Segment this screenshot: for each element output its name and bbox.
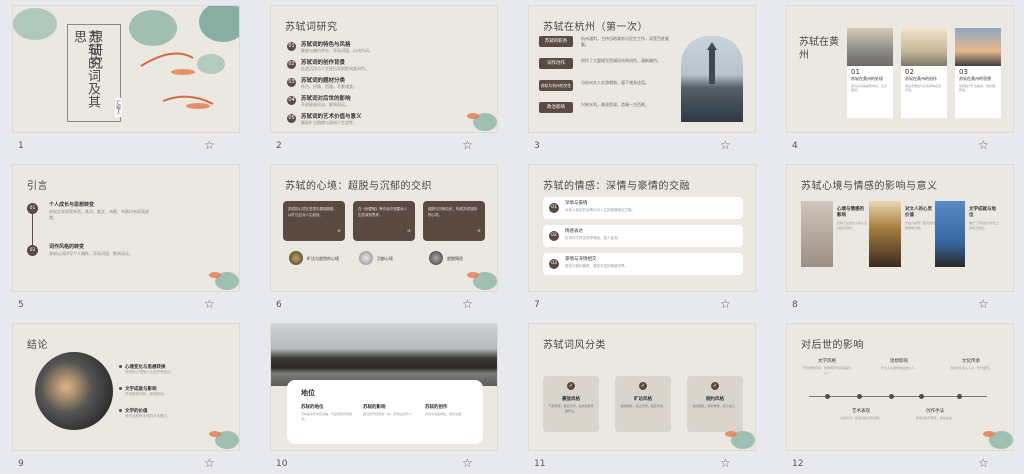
- quote-box: 在《赤壁赋》等作品中流露对人生的深刻思考。 ": [353, 201, 415, 241]
- lotus-decoration: [467, 272, 497, 290]
- quote-box: 超脱与沉郁交织，构成苏轼独特的心境。 ": [423, 201, 485, 241]
- star-icon[interactable]: ☆: [978, 456, 989, 470]
- slide-6[interactable]: 苏轼的心境：超脱与沉郁的交织 苏轼的心境在逆境中展现超脱，以旷达应对人生起伏。 "…: [270, 164, 498, 292]
- lotus-decoration: [209, 431, 239, 449]
- star-icon[interactable]: ☆: [462, 297, 473, 311]
- style-card: ✓ 豪放风格 气势磅礴，意境开阔，如念奴娇赤壁怀古。: [543, 376, 599, 432]
- star-icon[interactable]: ☆: [720, 138, 731, 152]
- card-title: 地位: [301, 389, 315, 397]
- label-pill: 苏轼的职务: [539, 36, 573, 47]
- slide-number: 6: [276, 300, 282, 310]
- slide-title: 苏轼的情感：深情与豪情的交融: [543, 181, 690, 192]
- slide-number: 4: [792, 141, 798, 151]
- lotus-leaf-decoration: [13, 6, 239, 109]
- slide-2[interactable]: 苏轼词研究 01 苏轼词的特色与风格 豪放与婉约并存，开拓词境，以诗为词。 02…: [270, 5, 498, 133]
- star-icon[interactable]: ☆: [978, 297, 989, 311]
- list-item: 03 苏轼词的题材分类 怀古、抒情、哲理、写景诸类。: [287, 78, 357, 89]
- list-item: 02 苏轼词的创作背景 仕途沉浮与人生经历深刻影响其词作。: [287, 60, 369, 71]
- slide-title: 苏轼词研究: [285, 22, 338, 33]
- avatar: [429, 251, 443, 265]
- check-icon: ✓: [567, 382, 575, 390]
- slide-title: 对后世的影响: [801, 340, 864, 351]
- slide-title: 苏轼在杭州（第一次）: [543, 22, 648, 33]
- star-icon[interactable]: ☆: [204, 138, 215, 152]
- quote-box: 苏轼的心境在逆境中展现超脱，以旷达应对人生起伏。 ": [283, 201, 345, 241]
- star-icon[interactable]: ☆: [978, 138, 989, 152]
- slide-title: 苏轼的心境：超脱与沉郁的交织: [285, 181, 432, 192]
- lotus-decoration: [983, 431, 1013, 449]
- slide-number: 9: [18, 459, 24, 469]
- slide-5[interactable]: 引言 01 个人成长与思想转变 苏轼文学成就卓然，其词、散文、诗歌、书画均有很高…: [12, 164, 240, 292]
- slide-4[interactable]: 苏轼在黄州 01 苏轼在黄州的处境 因乌台诗案被贬黄州，生活困顿。 02 苏轼在…: [786, 5, 1014, 133]
- slide-number: 3: [534, 141, 540, 151]
- moon-image: [35, 352, 113, 430]
- lotus-decoration: [467, 113, 497, 131]
- star-icon[interactable]: ☆: [720, 456, 731, 470]
- slide-7[interactable]: 苏轼的情感：深情与豪情的交融 01 深情与豪情 对亲人朋友的深情与对人生的豪情相…: [528, 164, 756, 292]
- info-card: 03 苏轼在黄州的思想 思想趋于旷达超然，融合儒释道。: [955, 28, 1001, 118]
- slide-8[interactable]: 苏轼心境与情感的影响与意义 心境与情感的影响 影响了后世文人的人生态度与创作。 …: [786, 164, 1014, 292]
- list-item: 04 苏轼词对后世的影响 开创豪放词派，影响深远。: [287, 96, 351, 107]
- statue-image: [935, 201, 965, 267]
- avatar: [289, 251, 303, 265]
- star-icon[interactable]: ☆: [204, 456, 215, 470]
- slide-sorter-grid: 苏轼的词及其思 想研究 汇报人 1 ☆ 苏轼词研究 01 苏轼词的特色与风格 豪…: [0, 0, 1024, 474]
- content-card: 地位 苏轼的地位 苏轼是北宋文坛领袖，与欧阳修并称欧苏。 苏轼的影响 其词风开创…: [287, 380, 483, 444]
- slide-number: 7: [534, 300, 540, 310]
- star-icon[interactable]: ☆: [462, 138, 473, 152]
- label-pill: 政治影响: [539, 102, 573, 113]
- lotus-decoration: [209, 272, 239, 290]
- slide-11[interactable]: 苏轼词风分类 ✓ 豪放风格 气势磅礴，意境开阔，如念奴娇赤壁怀古。 ✓ 旷达风格…: [528, 323, 756, 451]
- presenter-tag: 汇报人: [115, 98, 122, 117]
- list-item: 01 苏轼词的特色与风格 豪放与婉约并存，开拓词境，以诗为词。: [287, 42, 373, 53]
- slide-title-line2: 想研究: [87, 30, 102, 69]
- slide-title: 苏轼词风分类: [543, 340, 606, 351]
- star-icon[interactable]: ☆: [204, 297, 215, 311]
- slide-title: 苏轼心境与情感的影响与意义: [801, 181, 938, 192]
- check-icon: ✓: [639, 382, 647, 390]
- slide-title: 结论: [27, 340, 48, 351]
- slide-number: 2: [276, 141, 282, 151]
- slide-12[interactable]: 对后世的影响 文学风格 开创豪放词风，影响南宋辛弃疾等词人。 思想影响 旷达人生…: [786, 323, 1014, 451]
- star-icon[interactable]: ☆: [720, 297, 731, 311]
- list-item: 01 深情与豪情 对亲人朋友的深情与对人生的豪情相互交融。: [543, 197, 743, 219]
- slide-10[interactable]: 地位 苏轼的地位 苏轼是北宋文坛领袖，与欧阳修并称欧苏。 苏轼的影响 其词风开创…: [270, 323, 498, 451]
- slide-number: 11: [534, 459, 546, 469]
- landscape-image: [801, 201, 833, 267]
- lake-photo: [271, 324, 497, 386]
- slide-title: 引言: [27, 181, 48, 192]
- slide-1[interactable]: 苏轼的词及其思 想研究 汇报人: [12, 5, 240, 133]
- slide-3[interactable]: 苏轼在杭州（第一次） 苏轼的职务 杭州通判，主持当地政务与民生工作，深受百姓爱戴…: [528, 5, 756, 133]
- star-icon[interactable]: ☆: [462, 456, 473, 470]
- label-pill: 词作创作: [539, 58, 573, 69]
- slide-title: 苏轼在黄州: [799, 37, 839, 61]
- info-card: 02 苏轼在黄州的创作 前后赤壁赋与念奴娇等名篇问世。: [901, 28, 947, 118]
- portrait-image: [869, 201, 901, 267]
- slide-9[interactable]: 结论 心境变化与思想转换 苏轼的心境随人生经历而变化。 文学成就与影响 开创豪放…: [12, 323, 240, 451]
- slide-number: 1: [18, 141, 24, 151]
- slide-number: 5: [18, 300, 24, 310]
- pagoda-photo: [681, 36, 743, 122]
- lotus-decoration: [725, 431, 755, 449]
- style-card: ✓ 旷达风格 超然物外，豁达乐观，如定风波。: [615, 376, 671, 432]
- list-item: 05 苏轼词的艺术价值与意义 展现旷达胸襟与深刻人生思考。: [287, 114, 362, 125]
- avatar: [359, 251, 373, 265]
- list-item: 03 豪情与深情相交 豪放与婉约兼具，展现丰富的情感世界。: [543, 253, 743, 275]
- slide-number: 12: [792, 459, 804, 469]
- slide-number: 10: [276, 459, 288, 469]
- list-item: 02 情感表达 在词作中抒发真挚情感，感人至深。: [543, 225, 743, 247]
- info-card: 01 苏轼在黄州的处境 因乌台诗案被贬黄州，生活困顿。: [847, 28, 893, 118]
- slide-number: 8: [792, 300, 798, 310]
- check-icon: ✓: [711, 382, 719, 390]
- label-pill: 苏轼与杭州的交往: [539, 80, 573, 91]
